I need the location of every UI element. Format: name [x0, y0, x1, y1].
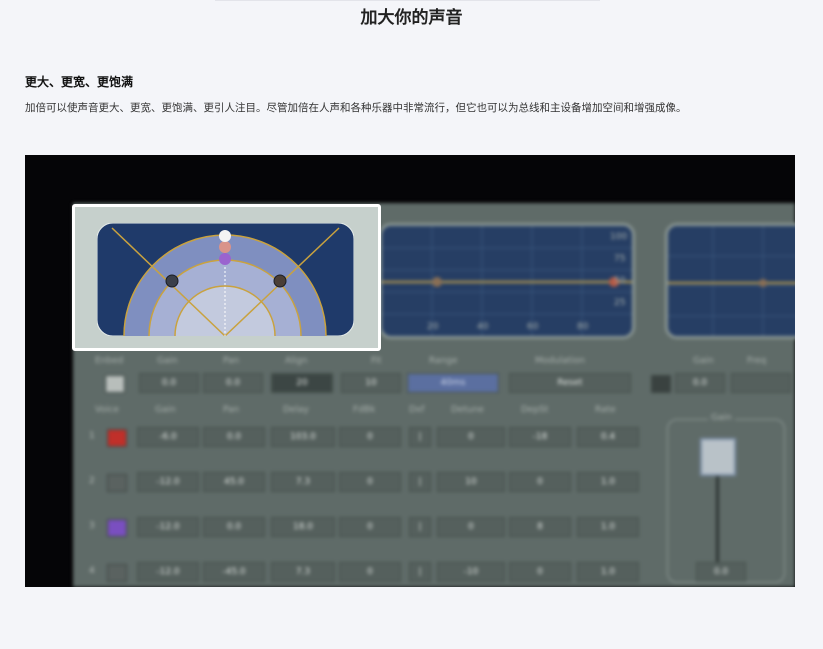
label-rate: Rate [595, 405, 616, 415]
right-gain-field[interactable]: 0.0 [675, 373, 725, 393]
voice-node-1[interactable] [219, 241, 231, 253]
fader-label: Gain [708, 413, 735, 423]
top-divider [215, 0, 600, 1]
voice-dxf-toggle[interactable]: | [409, 562, 431, 582]
voice-pan-field[interactable]: 0.0 [203, 517, 265, 537]
label-voice-gain: Gain [155, 405, 176, 415]
voice-pan-field[interactable]: 0.0 [203, 427, 265, 447]
voice-rate-field[interactable]: 1.0 [577, 472, 639, 492]
label-fdbk: FdBk [353, 405, 376, 415]
voice-delay-field[interactable]: 7.3 [271, 472, 335, 492]
voice-dxf-toggle[interactable]: | [409, 517, 431, 537]
freq-field[interactable] [731, 373, 791, 393]
spectrum-display: 100 75 50 25 20 40 60 80 [379, 223, 635, 339]
scale-label: 100 [610, 232, 628, 242]
fit-field[interactable]: 10 [341, 373, 401, 393]
voice-delay-field[interactable]: 103.0 [271, 427, 335, 447]
label-voice: Voice [95, 405, 119, 415]
voice-2-swatch[interactable] [107, 474, 127, 492]
voice-delay-field[interactable]: 7.3 [271, 562, 335, 582]
voice-rate-field[interactable]: 1.0 [577, 562, 639, 582]
eq-dot[interactable] [759, 279, 767, 287]
label-voice-pan: Pan [223, 405, 240, 415]
voice-1-swatch[interactable] [107, 429, 127, 447]
voice-detune-field[interactable]: 10 [437, 472, 505, 492]
voice-detune-field[interactable]: 0 [437, 427, 505, 447]
top-gain-field[interactable]: 0.0 [139, 373, 199, 393]
voice-rate-field[interactable]: 0.4 [577, 427, 639, 447]
scale-label: 80 [577, 322, 589, 332]
align-field[interactable]: 20 [271, 373, 333, 393]
label-freq: Freq [747, 356, 767, 366]
voice-fdbk-field[interactable]: 0 [339, 472, 401, 492]
page-title: 加大你的声音 [360, 8, 463, 28]
voice-4-swatch[interactable] [107, 564, 127, 582]
center-node[interactable] [219, 230, 231, 242]
eq-grid-svg [668, 226, 795, 336]
label-right-gain: Gain [693, 356, 714, 366]
right-swatch[interactable] [651, 375, 671, 393]
scale-label: 20 [427, 322, 439, 332]
eq-display [665, 223, 795, 339]
label-gain: Gain [157, 356, 178, 366]
voice-dxf-toggle[interactable]: | [409, 472, 431, 492]
scale-label: 75 [614, 254, 626, 264]
label-enbed: Enbed [95, 356, 124, 366]
gain-fader-box: Gain 0.0 [667, 413, 785, 583]
voice-detune-field[interactable]: -10 [437, 562, 505, 582]
voice-delay-field[interactable]: 18.0 [271, 517, 335, 537]
scale-label: 25 [614, 298, 626, 308]
panner-display [97, 223, 354, 336]
label-modulation: Modulation [535, 356, 585, 366]
scale-label: 60 [527, 322, 539, 332]
voice-number: 4 [89, 566, 95, 576]
voice-number: 2 [89, 476, 95, 486]
enbed-swatch[interactable] [105, 375, 125, 393]
label-depth: DepSt [521, 405, 549, 415]
label-align: Align [285, 356, 308, 366]
voice-node-2[interactable] [165, 274, 179, 288]
spectrum-grid-svg [382, 226, 632, 336]
label-delay: Delay [283, 405, 309, 415]
voice-depth-field[interactable]: 0 [509, 562, 571, 582]
voice-detune-field[interactable]: 0 [437, 517, 505, 537]
label-range: Range [429, 356, 458, 366]
voice-gain-field[interactable]: -12.0 [137, 472, 199, 492]
label-detune: Detune [451, 405, 484, 415]
label-dxf: Dxf [409, 405, 425, 415]
section-heading: 更大、更宽、更饱满 [25, 75, 134, 89]
voice-number: 3 [89, 521, 95, 531]
voice-node-3[interactable] [219, 253, 231, 265]
voice-gain-field[interactable]: -12.0 [137, 517, 199, 537]
voice-fdbk-field[interactable]: 0 [339, 562, 401, 582]
fader-handle[interactable] [700, 438, 736, 476]
voice-dot-1[interactable] [432, 277, 442, 287]
voice-depth-field[interactable]: 0 [509, 472, 571, 492]
voice-fdbk-field[interactable]: 0 [339, 427, 401, 447]
voice-gain-field[interactable]: -12.0 [137, 562, 199, 582]
section-description: 加倍可以使声音更大、更宽、更饱满、更引人注目。尽管加倍在人声和各种乐器中非常流行… [25, 102, 687, 114]
voice-rate-field[interactable]: 1.0 [577, 517, 639, 537]
plugin-screenshot: 100 75 50 25 20 40 60 80 Enbed Gain Pan … [25, 155, 795, 587]
scale-label: 40 [477, 322, 489, 332]
voice-pan-field[interactable]: 45.0 [203, 472, 265, 492]
voice-dxf-toggle[interactable]: | [409, 427, 431, 447]
fader-value-field[interactable]: 0.0 [696, 562, 746, 582]
voice-fdbk-field[interactable]: 0 [339, 517, 401, 537]
voice-depth-field[interactable]: -18 [509, 427, 571, 447]
label-fit: Fit [371, 356, 382, 366]
voice-depth-field[interactable]: 8 [509, 517, 571, 537]
scale-label: 50 [614, 276, 626, 286]
voice-node-4[interactable] [273, 274, 287, 288]
voice-3-swatch[interactable] [107, 519, 127, 537]
voice-pan-field[interactable]: -45.0 [203, 562, 265, 582]
label-pan: Pan [223, 356, 240, 366]
top-pan-field[interactable]: 0.0 [203, 373, 263, 393]
panner-svg [97, 223, 354, 336]
panner-popup [72, 204, 381, 351]
voice-number: 1 [89, 431, 95, 441]
voice-gain-field[interactable]: -6.0 [137, 427, 199, 447]
modulation-select[interactable]: Reset [509, 373, 631, 393]
range-select[interactable]: 40ms [407, 373, 499, 393]
